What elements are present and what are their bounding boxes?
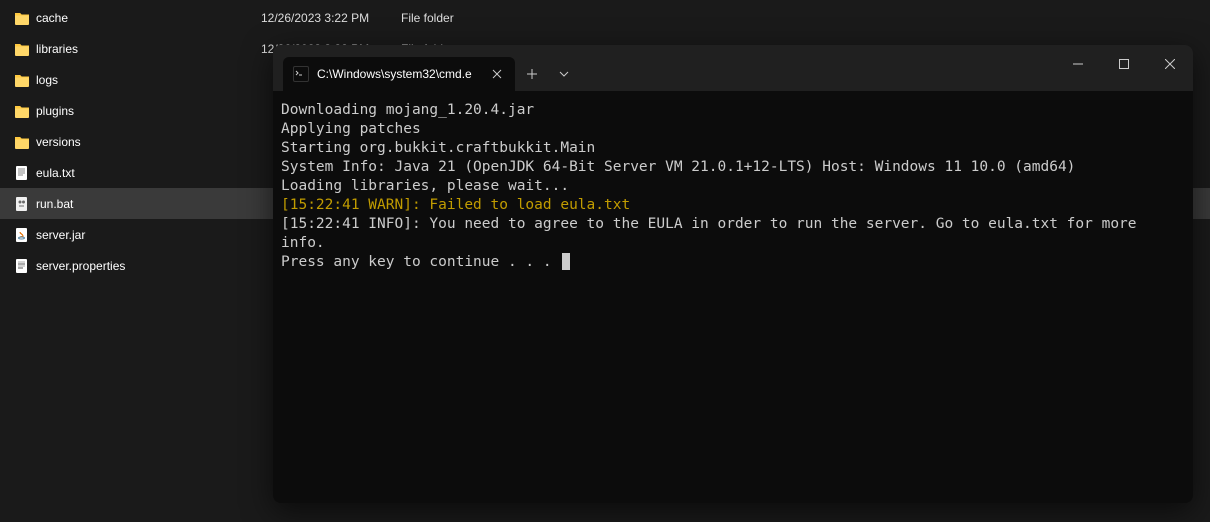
folder-icon (14, 72, 30, 88)
terminal-line: Applying patches (281, 120, 1185, 139)
cursor (562, 253, 570, 270)
file-name: run.bat (36, 197, 261, 211)
close-button[interactable] (1147, 45, 1193, 83)
tab-strip: C:\Windows\system32\cmd.e (273, 45, 579, 91)
terminal-line: Downloading mojang_1.20.4.jar (281, 101, 1185, 120)
terminal-line: [15:22:41 WARN]: Failed to load eula.txt (281, 196, 1185, 215)
bat-icon (14, 196, 30, 212)
new-tab-button[interactable] (515, 57, 549, 91)
terminal-line: [15:22:41 INFO]: You need to agree to th… (281, 215, 1185, 253)
txt-icon (14, 165, 30, 181)
file-row[interactable]: cache12/26/2023 3:22 PMFile folder (0, 2, 1210, 33)
tab-dropdown-button[interactable] (549, 57, 579, 91)
folder-icon (14, 134, 30, 150)
file-date: 12/26/2023 3:22 PM (261, 11, 401, 25)
cmd-icon (293, 66, 309, 82)
terminal-output[interactable]: Downloading mojang_1.20.4.jarApplying pa… (273, 91, 1193, 503)
terminal-line: Loading libraries, please wait... (281, 177, 1185, 196)
file-type: File folder (401, 11, 454, 25)
file-name: plugins (36, 104, 261, 118)
folder-icon (14, 41, 30, 57)
file-name: server.properties (36, 259, 261, 273)
folder-icon (14, 103, 30, 119)
file-name: logs (36, 73, 261, 87)
maximize-button[interactable] (1101, 45, 1147, 83)
terminal-line: System Info: Java 21 (OpenJDK 64-Bit Ser… (281, 158, 1185, 177)
file-name: server.jar (36, 228, 261, 242)
terminal-line: Starting org.bukkit.craftbukkit.Main (281, 139, 1185, 158)
file-name: versions (36, 135, 261, 149)
folder-icon (14, 10, 30, 26)
prop-icon (14, 258, 30, 274)
file-name: cache (36, 11, 261, 25)
terminal-window: C:\Windows\system32\cmd.e Dow (273, 45, 1193, 503)
file-name: libraries (36, 42, 261, 56)
terminal-tab[interactable]: C:\Windows\system32\cmd.e (283, 57, 515, 91)
minimize-button[interactable] (1055, 45, 1101, 83)
tab-close-button[interactable] (489, 66, 505, 82)
terminal-prompt: Press any key to continue . . . (281, 253, 1185, 272)
window-controls (1055, 45, 1193, 83)
file-name: eula.txt (36, 166, 261, 180)
tab-title: C:\Windows\system32\cmd.e (317, 67, 483, 81)
terminal-titlebar[interactable]: C:\Windows\system32\cmd.e (273, 45, 1193, 91)
jar-icon (14, 227, 30, 243)
